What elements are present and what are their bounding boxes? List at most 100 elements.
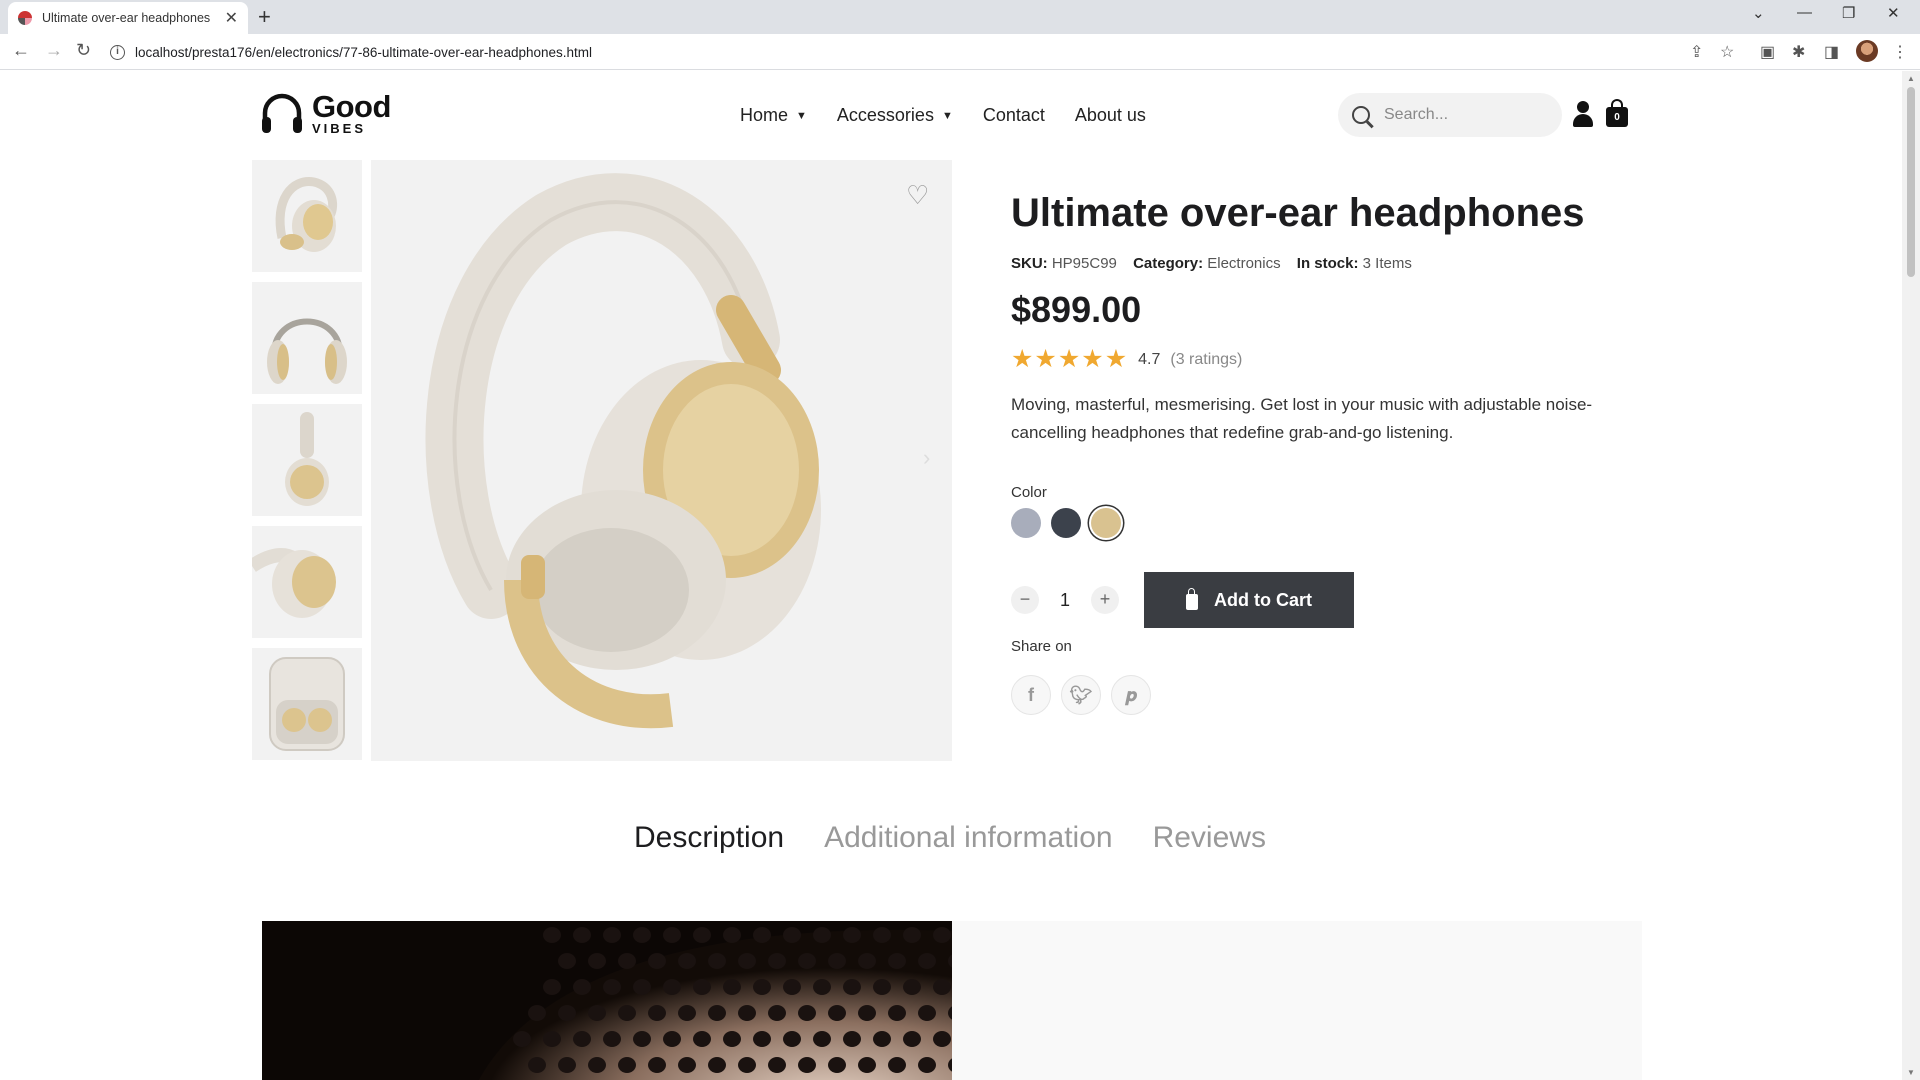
grill-hole	[798, 1057, 816, 1073]
grill-hole	[828, 1057, 846, 1073]
grill-hole	[603, 927, 621, 943]
twitter-icon[interactable]: 🐦︎	[1061, 675, 1101, 715]
grill-hole	[888, 953, 906, 969]
main-product-image[interactable]: ♡ ›	[371, 160, 952, 761]
color-label: Color	[1011, 484, 1047, 501]
extension-icon[interactable]: ▣	[1760, 42, 1775, 62]
thumbnail-4[interactable]	[252, 526, 362, 638]
next-image-icon[interactable]: ›	[923, 445, 930, 471]
grill-hole	[723, 1031, 741, 1047]
tab-search-icon[interactable]: ⌄	[1752, 4, 1765, 22]
minimize-icon[interactable]: —	[1797, 4, 1812, 21]
grill-hole	[828, 1005, 846, 1021]
scrollbar-thumb[interactable]	[1907, 87, 1915, 277]
restore-icon[interactable]: ❐	[1842, 4, 1855, 22]
grill-hole	[783, 1031, 801, 1047]
earcup-detail-thumbnail-icon	[252, 548, 336, 618]
nav-contact-label: Contact	[982, 105, 1045, 125]
description-image	[262, 921, 952, 1080]
pinterest-icon[interactable]: 𝒑	[1111, 675, 1151, 715]
grill-hole	[738, 1005, 756, 1021]
logo-text-good: Good	[312, 89, 391, 124]
shopping-bag-icon	[1186, 588, 1198, 610]
product-rating: ★ ★ ★ ★ ★ 4.7 (3 ratings)	[1011, 347, 1242, 372]
color-swatch-gold[interactable]	[1091, 508, 1121, 538]
grill-hole	[843, 1031, 861, 1047]
grill-hole	[813, 927, 831, 943]
grill-hole	[918, 1057, 936, 1073]
browser-tab-bar: Ultimate over-ear headphones ✕ + ⌄ — ❐ ✕	[0, 0, 1920, 34]
scroll-down-icon[interactable]: ▼	[1907, 1068, 1915, 1077]
profile-avatar[interactable]	[1856, 40, 1878, 62]
quantity-value[interactable]: 1	[1039, 590, 1091, 611]
grill-hole	[903, 927, 921, 943]
thumbnail-5[interactable]	[252, 648, 362, 760]
grill-hole	[708, 1057, 726, 1073]
bookmark-star-icon[interactable]: ☆	[1720, 42, 1734, 62]
tab-reviews[interactable]: Reviews	[1153, 821, 1266, 855]
thumbnail-3[interactable]	[252, 404, 362, 516]
decrease-quantity-button[interactable]: −	[1011, 586, 1039, 614]
speaker-grill-image-icon	[262, 921, 952, 1080]
facebook-icon[interactable]: f	[1011, 675, 1051, 715]
thumbnail-2[interactable]	[252, 282, 362, 394]
thumbnail-1[interactable]	[252, 160, 362, 272]
share-page-icon[interactable]: ⇪	[1690, 42, 1703, 62]
nav-home[interactable]: Home ▼	[740, 105, 807, 126]
category-value[interactable]: Electronics	[1207, 255, 1280, 272]
extensions-puzzle-icon[interactable]: ✱	[1792, 42, 1805, 62]
menu-dots-icon[interactable]: ⋮	[1892, 42, 1908, 62]
new-tab-icon[interactable]: +	[258, 4, 271, 30]
grill-hole	[813, 979, 831, 995]
grill-hole	[678, 953, 696, 969]
tab-additional-information[interactable]: Additional information	[824, 821, 1113, 855]
close-window-icon[interactable]: ✕	[1887, 4, 1900, 22]
scroll-up-icon[interactable]: ▲	[1907, 74, 1915, 83]
tab-description[interactable]: Description	[634, 821, 784, 855]
search-box	[1338, 93, 1562, 137]
increase-quantity-button[interactable]: +	[1091, 586, 1119, 614]
grill-hole	[573, 927, 591, 943]
back-icon[interactable]: ←	[12, 40, 30, 61]
close-tab-icon[interactable]: ✕	[225, 8, 238, 28]
product-short-description: Moving, masterful, mesmerising. Get lost…	[1011, 395, 1593, 442]
rating-count[interactable]: (3 ratings)	[1170, 351, 1242, 369]
grill-hole	[708, 1005, 726, 1021]
user-account-icon[interactable]	[1572, 101, 1594, 129]
grill-hole	[858, 1057, 876, 1073]
cart-icon[interactable]: 0	[1606, 99, 1628, 127]
grill-hole	[558, 1005, 576, 1021]
grill-hole	[618, 953, 636, 969]
grill-hole	[768, 1057, 786, 1073]
nav-about-us[interactable]: About us	[1075, 105, 1146, 126]
wishlist-heart-icon[interactable]: ♡	[906, 180, 929, 211]
grill-hole	[753, 1031, 771, 1047]
grill-hole	[933, 979, 951, 995]
forward-icon[interactable]: →	[45, 40, 63, 61]
color-swatch-silver[interactable]	[1011, 508, 1041, 538]
nav-contact[interactable]: Contact	[983, 105, 1045, 126]
grill-hole	[888, 1057, 906, 1073]
grill-hole	[573, 1031, 591, 1047]
grill-hole	[588, 1057, 606, 1073]
search-input[interactable]	[1384, 106, 1534, 124]
side-panel-icon[interactable]: ◨	[1824, 42, 1839, 62]
page-scrollbar[interactable]: ▲ ▼	[1902, 71, 1920, 1080]
grill-hole	[528, 1057, 546, 1073]
description-text-panel	[952, 921, 1642, 1080]
grill-hole	[873, 927, 891, 943]
search-icon[interactable]	[1352, 106, 1370, 124]
add-to-cart-button[interactable]: Add to Cart	[1144, 572, 1354, 628]
address-bar[interactable]: i localhost/presta176/en/electronics/77-…	[110, 38, 1730, 66]
caret-down-icon: ▼	[796, 109, 807, 122]
grill-hole	[783, 979, 801, 995]
nav-accessories[interactable]: Accessories ▼	[837, 105, 953, 126]
grill-hole	[663, 1031, 681, 1047]
browser-tab[interactable]: Ultimate over-ear headphones ✕	[8, 2, 248, 34]
site-info-icon[interactable]: i	[110, 44, 125, 60]
site-logo[interactable]: Good VIBES	[260, 91, 391, 135]
color-swatch-dark[interactable]	[1051, 508, 1081, 538]
grill-hole	[693, 979, 711, 995]
grill-hole	[753, 927, 771, 943]
reload-icon[interactable]: ↻	[76, 40, 91, 61]
